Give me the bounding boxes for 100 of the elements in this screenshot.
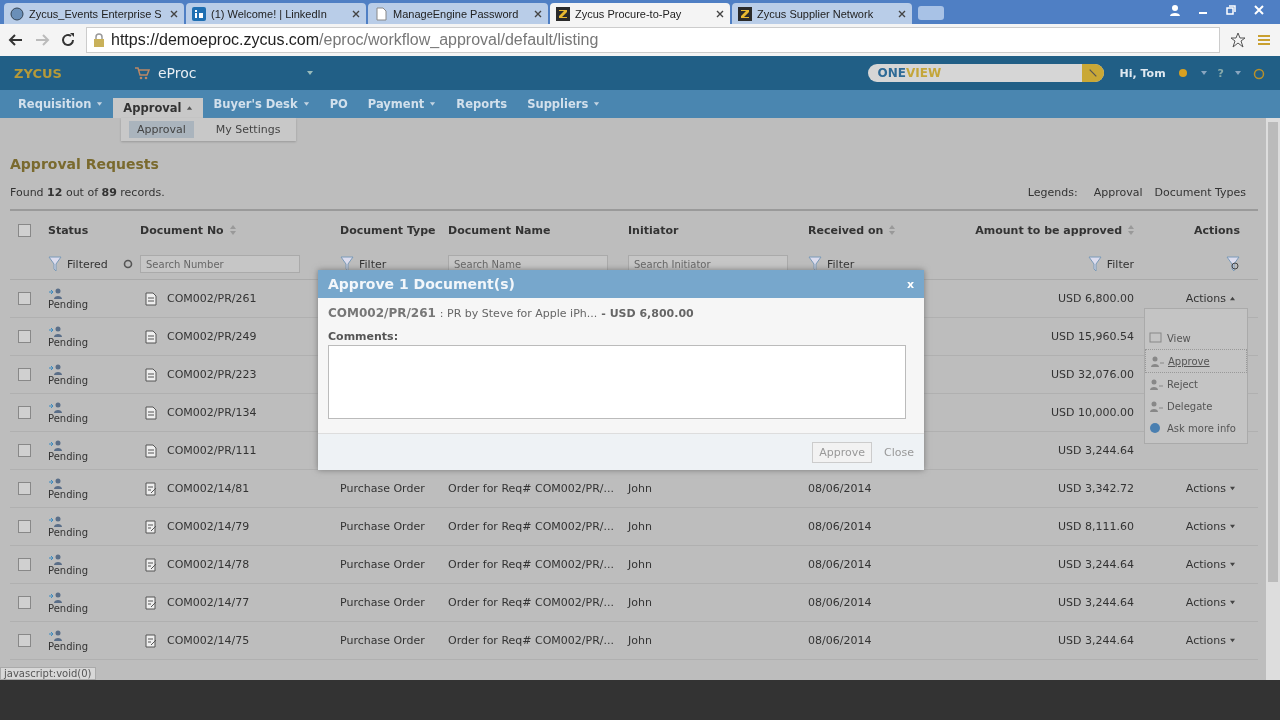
table-cell: Order for Req# COM002/PR/...: [448, 520, 614, 533]
caret-icon[interactable]: [302, 101, 310, 107]
caret-icon[interactable]: [429, 101, 437, 107]
search-field[interactable]: ONEVIEW: [867, 64, 1104, 82]
row-checkbox[interactable]: [18, 634, 31, 647]
close-icon[interactable]: [716, 9, 724, 18]
caret-icon[interactable]: [593, 101, 601, 107]
actions-dropdown[interactable]: Actions: [1185, 596, 1236, 609]
document-number[interactable]: COM002/PR/249: [167, 330, 257, 343]
document-number[interactable]: COM002/14/78: [167, 558, 250, 571]
caret-icon[interactable]: [1199, 70, 1208, 76]
globe-icon: [1149, 422, 1163, 434]
module-switcher[interactable]: eProc: [134, 65, 314, 81]
reload-icon[interactable]: [60, 32, 76, 48]
document-number[interactable]: COM002/14/77: [167, 596, 250, 609]
caret-icon[interactable]: [306, 70, 314, 76]
sort-icon[interactable]: [889, 225, 896, 235]
close-icon[interactable]: [534, 9, 542, 18]
actions-dropdown[interactable]: Actions: [1185, 558, 1236, 571]
browser-tab[interactable]: Zycus Procure-to-Pay: [550, 3, 730, 24]
caret-icon[interactable]: [1229, 296, 1236, 301]
people-icon: [48, 287, 64, 299]
column-header[interactable]: Received on: [808, 223, 884, 237]
document-number[interactable]: COM002/14/79: [167, 520, 250, 533]
filter-icon[interactable]: [808, 256, 822, 272]
submenu-item[interactable]: Approval: [129, 121, 194, 138]
comments-label: Comments:: [328, 330, 400, 343]
power-icon[interactable]: [1252, 66, 1266, 80]
document-number[interactable]: COM002/PR/261: [167, 292, 257, 305]
row-checkbox[interactable]: [18, 406, 31, 419]
caret-icon[interactable]: [1229, 562, 1236, 567]
document-number[interactable]: COM002/14/81: [167, 482, 250, 495]
close-icon[interactable]: [170, 9, 178, 18]
row-checkbox[interactable]: [18, 368, 31, 381]
document-number[interactable]: COM002/PR/223: [167, 368, 257, 381]
row-checkbox[interactable]: [18, 292, 31, 305]
nav-menu-item[interactable]: Approval: [113, 98, 204, 118]
row-checkbox[interactable]: [18, 444, 31, 457]
row-checkbox[interactable]: [18, 520, 31, 533]
close-icon[interactable]: [1252, 3, 1266, 17]
scrollbar[interactable]: [1266, 118, 1280, 680]
caret-icon[interactable]: [1229, 486, 1236, 491]
caret-icon[interactable]: [1234, 70, 1242, 76]
document-number[interactable]: COM002/PR/111: [167, 444, 257, 457]
sort-icon[interactable]: [1128, 225, 1134, 235]
search-icon[interactable]: [1081, 64, 1104, 82]
caret-icon[interactable]: [186, 105, 194, 111]
actions-dropdown[interactable]: Actions: [1185, 482, 1236, 495]
caret-icon[interactable]: [1229, 600, 1236, 605]
menu-icon[interactable]: [1256, 32, 1272, 48]
caret-icon[interactable]: [1229, 524, 1236, 529]
forward-icon[interactable]: [34, 32, 50, 48]
filter-label[interactable]: Filter: [827, 257, 855, 271]
menu-item[interactable]: Delegate: [1145, 395, 1247, 417]
close-icon[interactable]: [898, 9, 906, 18]
user-icon[interactable]: [1168, 3, 1182, 17]
person-icon: [1149, 400, 1163, 412]
search-field[interactable]: Search Number: [140, 255, 300, 273]
filter-icon[interactable]: [340, 256, 354, 272]
menu-item[interactable]: Ask more info: [1145, 417, 1247, 439]
legend-link[interactable]: Document Types: [1154, 186, 1246, 199]
filter-label[interactable]: Filter: [1106, 257, 1134, 271]
browser-tab[interactable]: ManageEngine Password: [368, 3, 548, 24]
filter-label[interactable]: Filter: [359, 257, 387, 271]
close-icon[interactable]: [352, 9, 360, 18]
select-all-checkbox[interactable]: [18, 223, 31, 237]
filter-label[interactable]: Filtered: [67, 257, 108, 271]
row-checkbox[interactable]: [18, 330, 31, 343]
filter-icon[interactable]: [1087, 256, 1102, 272]
menu-item[interactable]: Approve: [1145, 349, 1247, 373]
address-field[interactable]: https://demoeproc.zycus.com/eproc/workflow_approval/default/listing: [86, 27, 1220, 53]
filter-icon[interactable]: [48, 256, 62, 272]
row-checkbox[interactable]: [18, 596, 31, 609]
actions-dropdown[interactable]: Actions: [1185, 292, 1236, 305]
actions-dropdown[interactable]: Actions: [1185, 634, 1236, 647]
actions-dropdown[interactable]: Actions: [1185, 520, 1236, 533]
comments-field[interactable]: [328, 345, 906, 419]
column-header[interactable]: Document No: [140, 223, 224, 237]
row-checkbox[interactable]: [18, 558, 31, 571]
menu-item[interactable]: Reject: [1145, 373, 1247, 395]
submenu-item[interactable]: My Settings: [207, 121, 289, 138]
browser-tab[interactable]: Zycus_Events Enterprise S: [4, 3, 184, 24]
sort-icon[interactable]: [229, 225, 236, 235]
legend-link[interactable]: Approval: [1093, 186, 1143, 199]
new-tab-button[interactable]: [918, 6, 944, 20]
document-number[interactable]: COM002/14/75: [167, 634, 250, 647]
user-greeting[interactable]: Hi, Tom: [1119, 66, 1166, 80]
restore-icon[interactable]: [1224, 3, 1238, 17]
browser-tab[interactable]: Zycus Supplier Network: [732, 3, 912, 24]
back-icon[interactable]: [8, 32, 24, 48]
document-number[interactable]: COM002/PR/134: [167, 406, 257, 419]
gear-icon[interactable]: [122, 259, 133, 269]
caret-icon[interactable]: [1229, 638, 1236, 643]
clear-filter-icon[interactable]: [1226, 256, 1240, 272]
menu-item[interactable]: View: [1145, 327, 1247, 349]
column-header[interactable]: Amount to be approved: [975, 223, 1122, 237]
star-icon[interactable]: [1230, 32, 1246, 48]
caret-icon[interactable]: [96, 101, 104, 107]
row-checkbox[interactable]: [18, 482, 31, 495]
browser-tab[interactable]: (1) Welcome! | LinkedIn: [186, 3, 366, 24]
